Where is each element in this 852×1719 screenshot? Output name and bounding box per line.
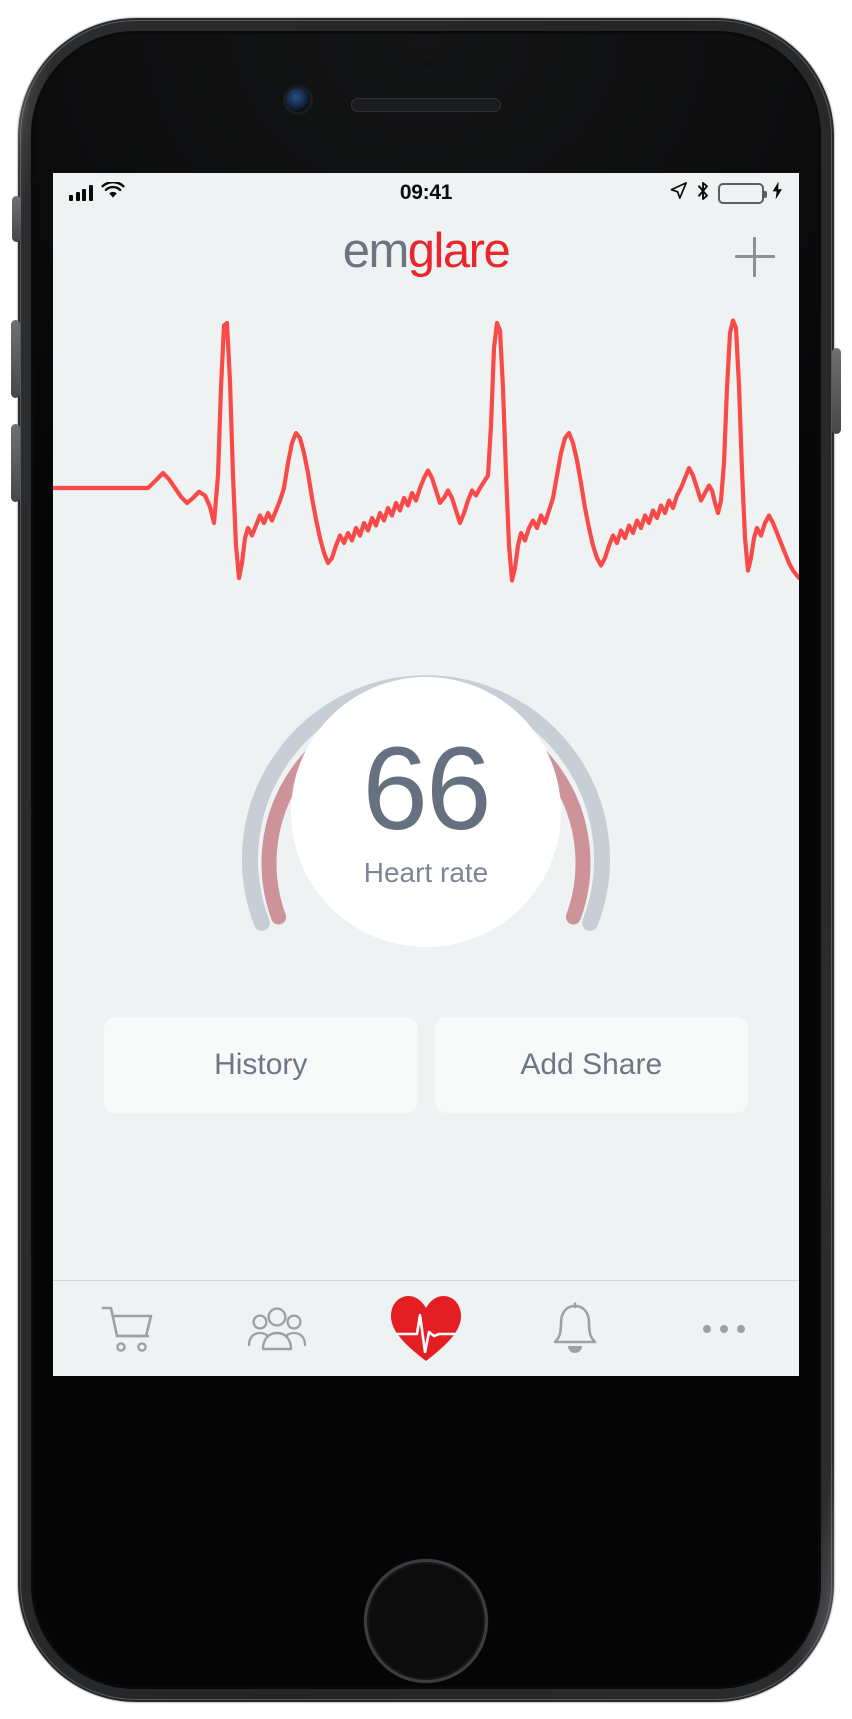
heart-rate-gauge: 66 Heart rate — [233, 619, 619, 1005]
tab-notifications[interactable] — [501, 1281, 650, 1376]
logo-text-em: em — [342, 224, 410, 278]
app-header: emglare — [53, 213, 799, 295]
phone-screen: 09:41 emglare 66 Heart rate History Add … — [53, 173, 799, 1376]
silent-switch[interactable] — [12, 196, 21, 242]
logo-text-glare: glare — [407, 224, 511, 278]
proximity-sensor-icon — [423, 60, 430, 67]
volume-down-button[interactable] — [11, 424, 20, 502]
heart-rate-gauge-section: 66 Heart rate — [53, 619, 799, 1005]
volume-up-button[interactable] — [11, 320, 20, 398]
status-bar: 09:41 — [53, 173, 799, 213]
heart-rate-label: Heart rate — [363, 857, 489, 889]
screenshot-stage: 09:41 emglare 66 Heart rate History Add … — [0, 0, 852, 1719]
charging-bolt-icon — [772, 181, 783, 205]
ecg-waveform-chart — [53, 313, 799, 613]
add-share-button[interactable]: Add Share — [434, 1017, 748, 1113]
tab-store[interactable] — [53, 1281, 202, 1376]
heart-rate-value: 66 — [362, 722, 491, 855]
home-button[interactable] — [364, 1559, 488, 1683]
bell-icon — [549, 1301, 601, 1357]
shopping-cart-icon — [99, 1303, 157, 1355]
plus-icon[interactable] — [735, 237, 775, 277]
ecg-line — [53, 321, 799, 581]
battery-icon — [718, 182, 767, 204]
tab-heart[interactable] — [351, 1281, 500, 1376]
history-button[interactable]: History — [104, 1017, 418, 1113]
gauge-center-disc: 66 Heart rate — [291, 677, 561, 947]
tab-more[interactable] — [650, 1281, 799, 1376]
tab-friends[interactable] — [202, 1281, 351, 1376]
heart-pulse-icon — [389, 1294, 463, 1364]
status-bar-right — [669, 181, 783, 206]
people-group-icon — [246, 1304, 308, 1354]
bluetooth-icon — [696, 181, 710, 206]
bottom-tab-bar — [53, 1280, 799, 1376]
location-arrow-icon — [669, 181, 688, 205]
more-dots-icon — [703, 1324, 746, 1333]
app-logo: emglare — [53, 227, 799, 276]
earpiece-speaker-icon — [351, 98, 501, 112]
front-camera-icon — [286, 88, 310, 112]
power-button[interactable] — [832, 348, 841, 434]
action-buttons-row: History Add Share — [53, 1017, 799, 1113]
ecg-svg — [53, 313, 799, 613]
